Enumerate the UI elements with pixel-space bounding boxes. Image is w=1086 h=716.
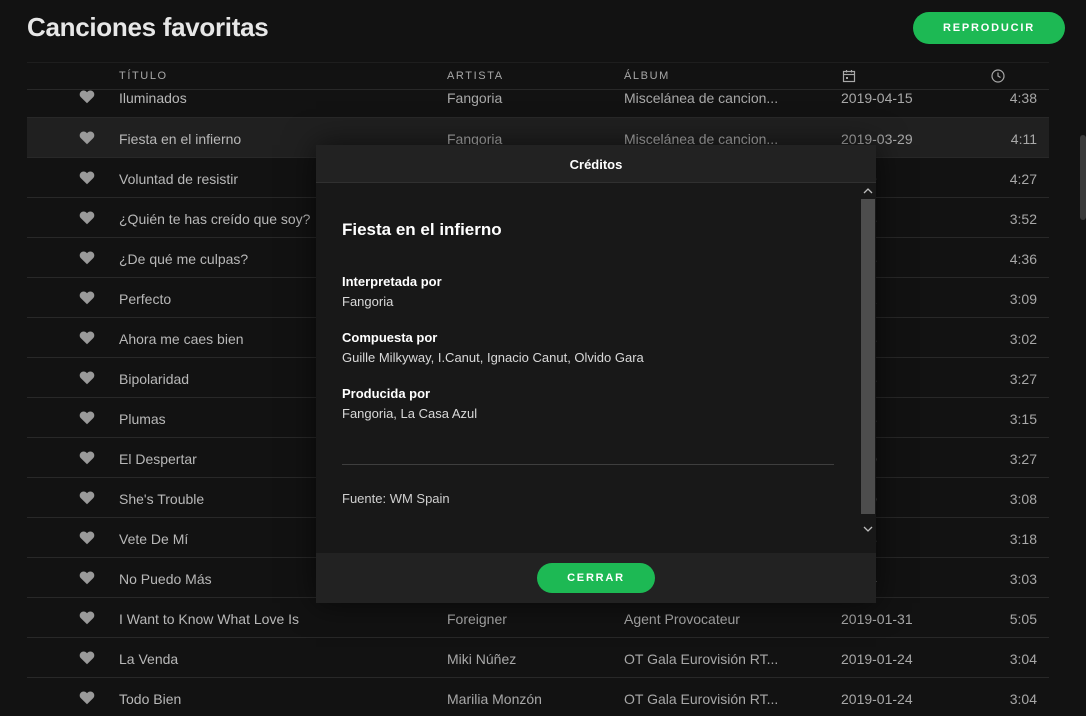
track-duration: 3:04: [1009, 651, 1037, 667]
heart-icon[interactable]: [79, 650, 95, 665]
play-button[interactable]: REPRODUCIR: [913, 12, 1065, 44]
modal-header: Créditos: [316, 145, 876, 183]
track-title: I Want to Know What Love Is: [119, 611, 300, 627]
track-artist[interactable]: Fangoria: [447, 90, 607, 106]
track-duration: 5:05: [1009, 611, 1037, 627]
heart-icon[interactable]: [79, 330, 95, 345]
track-album[interactable]: Miscelánea de cancion...: [624, 90, 814, 106]
track-title: Todo Bien: [119, 691, 182, 707]
heart-icon[interactable]: [79, 290, 95, 305]
modal-title: Créditos: [569, 157, 623, 172]
track-artist[interactable]: Foreigner: [447, 611, 607, 627]
heart-icon[interactable]: [79, 690, 95, 705]
credits-modal: Créditos Fiesta en el infierno Interpret…: [316, 145, 876, 603]
heart-icon[interactable]: [79, 490, 95, 505]
credit-label-composed: Compuesta por: [342, 330, 438, 345]
track-duration: 3:18: [1009, 531, 1037, 547]
heart-icon[interactable]: [79, 450, 95, 465]
heart-icon[interactable]: [79, 250, 95, 265]
heart-icon[interactable]: [79, 130, 95, 145]
track-duration: 4:27: [1009, 171, 1037, 187]
track-duration: 3:02: [1009, 331, 1037, 347]
credits-song-title: Fiesta en el infierno: [342, 220, 502, 239]
credit-value-composed: Guille Milkyway, I.Canut, Ignacio Canut,…: [342, 350, 644, 365]
track-date-added: 2019-01-24: [841, 691, 913, 707]
credit-label-performed: Interpretada por: [342, 274, 442, 289]
track-artist[interactable]: Miki Núñez: [447, 651, 607, 667]
chevron-up-icon[interactable]: [862, 185, 874, 197]
credits-source: Fuente: WM Spain: [342, 491, 450, 506]
track-album[interactable]: Agent Provocateur: [624, 611, 814, 627]
heart-icon[interactable]: [79, 530, 95, 545]
modal-divider: [342, 464, 834, 465]
track-duration: 3:08: [1009, 491, 1037, 507]
track-duration: 4:11: [1010, 131, 1037, 147]
track-duration: 3:15: [1009, 411, 1037, 427]
table-row[interactable]: Todo Bien Marilia Monzón OT Gala Eurovisió…: [27, 678, 1049, 716]
table-row[interactable]: La Venda Miki Núñez OT Gala Eurovisión RT.…: [27, 638, 1049, 678]
heart-icon[interactable]: [79, 570, 95, 585]
track-date-added: 2019-01-24: [841, 651, 913, 667]
track-duration: 3:27: [1009, 451, 1037, 467]
heart-icon[interactable]: [79, 370, 95, 385]
track-date-added: 2019-01-31: [841, 611, 913, 627]
heart-icon[interactable]: [79, 410, 95, 425]
app-window: Canciones favoritas REPRODUCIR TÍTULO AR…: [0, 0, 1086, 716]
credit-value-produced: Fangoria, La Casa Azul: [342, 406, 478, 421]
credit-value-performed: Fangoria: [342, 294, 394, 309]
modal-scrollbar-thumb[interactable]: [861, 199, 875, 514]
track-title: Iluminados: [119, 90, 187, 106]
track-date-added: 2019-04-15: [841, 90, 913, 106]
table-row[interactable]: I Want to Know What Love Is Foreigner Agen…: [27, 598, 1049, 638]
heart-icon[interactable]: [79, 89, 95, 104]
credit-label-produced: Producida por: [342, 386, 431, 401]
track-album[interactable]: OT Gala Eurovisión RT...: [624, 691, 814, 707]
track-duration: 3:09: [1009, 291, 1037, 307]
track-duration: 3:52: [1009, 211, 1037, 227]
track-duration: 4:36: [1009, 251, 1037, 267]
heart-icon[interactable]: [79, 610, 95, 625]
modal-footer: CERRAR: [316, 553, 876, 603]
heart-icon[interactable]: [79, 210, 95, 225]
heart-icon[interactable]: [79, 170, 95, 185]
page-scrollbar[interactable]: [1080, 135, 1086, 220]
close-button[interactable]: CERRAR: [537, 563, 655, 593]
track-album[interactable]: OT Gala Eurovisión RT...: [624, 651, 814, 667]
track-duration: 3:04: [1009, 691, 1037, 707]
track-duration: 3:27: [1009, 371, 1037, 387]
page-title: Canciones favoritas: [27, 12, 269, 42]
track-duration: 3:03: [1009, 571, 1037, 587]
track-artist[interactable]: Marilia Monzón: [447, 691, 607, 707]
chevron-down-icon[interactable]: [862, 523, 874, 535]
table-row[interactable]: Iluminados Fangoria Miscelánea de cancion.…: [27, 78, 1049, 118]
track-title: La Venda: [119, 651, 179, 667]
track-duration: 4:38: [1009, 90, 1037, 106]
